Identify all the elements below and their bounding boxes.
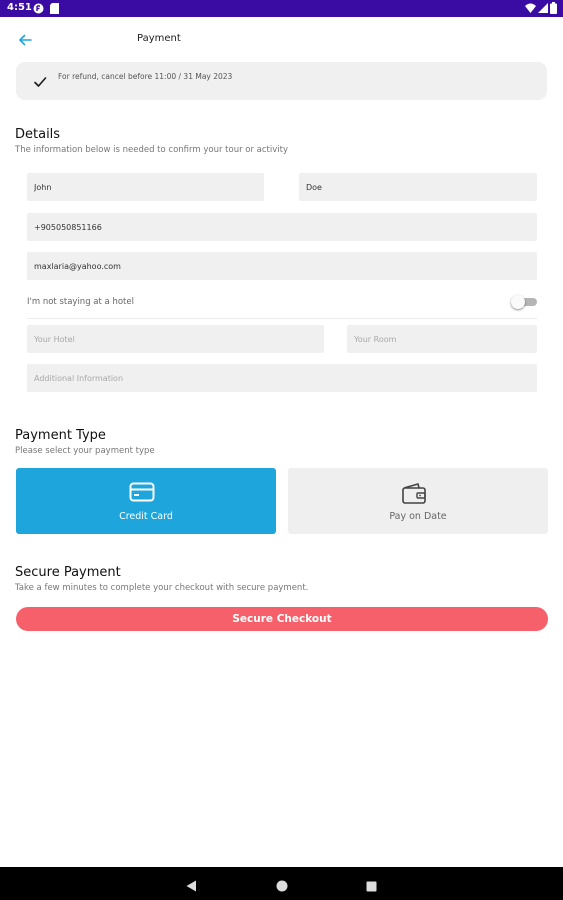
first-name-field[interactable] [27, 173, 264, 201]
back-button[interactable] [14, 30, 36, 50]
credit-card-option[interactable]: Credit Card [16, 468, 276, 534]
additional-info-field[interactable] [27, 364, 537, 392]
back-nav-icon[interactable] [186, 877, 197, 896]
payment-type-title: Payment Type [15, 428, 106, 443]
refund-notice: For refund, cancel before 11:00 / 31 May… [16, 62, 547, 100]
secure-payment-title: Secure Payment [15, 565, 121, 580]
sd-card-icon [50, 3, 59, 17]
email-field[interactable] [27, 252, 537, 280]
divider [27, 318, 537, 319]
hotel-toggle-label: I'm not staying at a hotel [27, 297, 134, 307]
secure-checkout-button[interactable]: Secure Checkout [16, 607, 548, 631]
battery-icon [550, 2, 557, 17]
page-title: Payment [137, 33, 181, 44]
back-arrow-icon [19, 34, 32, 46]
details-subtitle: The information below is needed to confi… [15, 145, 289, 155]
details-title: Details [15, 127, 61, 142]
recents-nav-icon[interactable] [366, 877, 377, 896]
app-notification-icon [33, 3, 44, 17]
secure-payment-subtitle: Take a few minutes to complete your chec… [15, 583, 309, 593]
status-bar: 4:51 [0, 0, 563, 17]
credit-card-icon [129, 482, 155, 506]
wifi-icon [525, 3, 536, 16]
last-name-field[interactable] [299, 173, 537, 201]
pay-on-date-label: Pay on Date [389, 511, 447, 522]
home-nav-icon[interactable] [276, 877, 288, 896]
status-time: 4:51 [7, 2, 32, 13]
navigation-bar [0, 867, 563, 900]
payment-type-subtitle: Please select your payment type [15, 446, 155, 456]
credit-card-label: Credit Card [119, 511, 173, 522]
refund-notice-text: For refund, cancel before 11:00 / 31 May… [58, 72, 233, 81]
hotel-field[interactable] [27, 325, 324, 353]
check-icon [33, 73, 47, 92]
pay-on-date-option[interactable]: Pay on Date [288, 468, 548, 534]
wallet-icon [401, 482, 427, 508]
toggle-knob [511, 295, 525, 309]
signal-icon [538, 3, 548, 16]
phone-field[interactable] [27, 213, 537, 241]
hotel-toggle[interactable] [511, 295, 537, 309]
room-field[interactable] [347, 325, 537, 353]
